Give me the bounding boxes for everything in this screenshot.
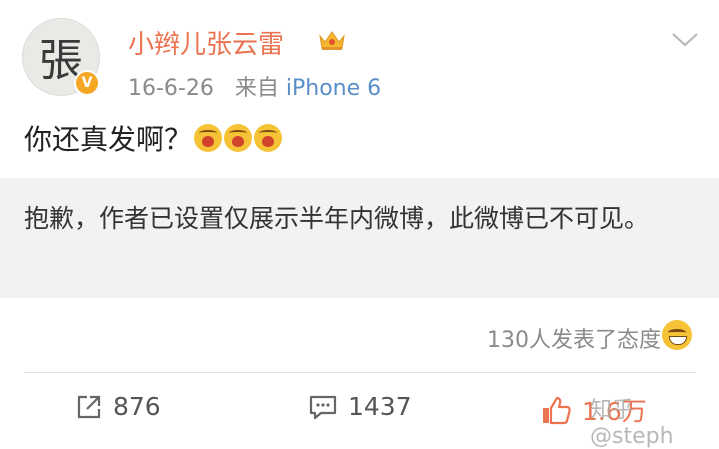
divider (24, 372, 696, 373)
notice-text: 抱歉，作者已设置仅展示半年内微博，此微博已不可见。 (24, 204, 650, 233)
hidden-retweet-notice: 抱歉，作者已设置仅展示半年内微博，此微博已不可见。 (0, 178, 719, 298)
post-content: 你还真发啊？ (24, 118, 283, 158)
post-date: 16-6-26 (128, 76, 214, 101)
chevron-down-icon[interactable] (670, 30, 700, 50)
post-text: 你还真发啊？ (24, 123, 193, 156)
thumbs-up-icon (543, 396, 571, 425)
crying-face-emoji-icon (224, 124, 253, 152)
repost-button[interactable]: 876 (75, 392, 161, 421)
crying-face-emoji-icon (254, 124, 283, 152)
verified-badge-icon: V (74, 70, 100, 96)
watermark: 知乎 @steph (590, 398, 674, 449)
source-prefix: 来自 (234, 76, 279, 101)
crown-icon (319, 31, 345, 50)
grinning-face-icon[interactable] (662, 320, 692, 350)
username[interactable]: 小辫儿张云雷 (128, 24, 284, 61)
post-meta: 16-6-26 来自 iPhone 6 (128, 70, 381, 102)
repost-count: 876 (113, 392, 161, 421)
comment-icon (309, 395, 337, 419)
reaction-summary[interactable]: 130人发表了态度 (487, 322, 661, 354)
comment-button[interactable]: 1437 (308, 392, 412, 421)
crying-face-emoji-icon (194, 124, 223, 152)
comment-count: 1437 (348, 392, 412, 421)
share-icon (77, 395, 101, 418)
source-device[interactable]: iPhone 6 (286, 76, 381, 101)
